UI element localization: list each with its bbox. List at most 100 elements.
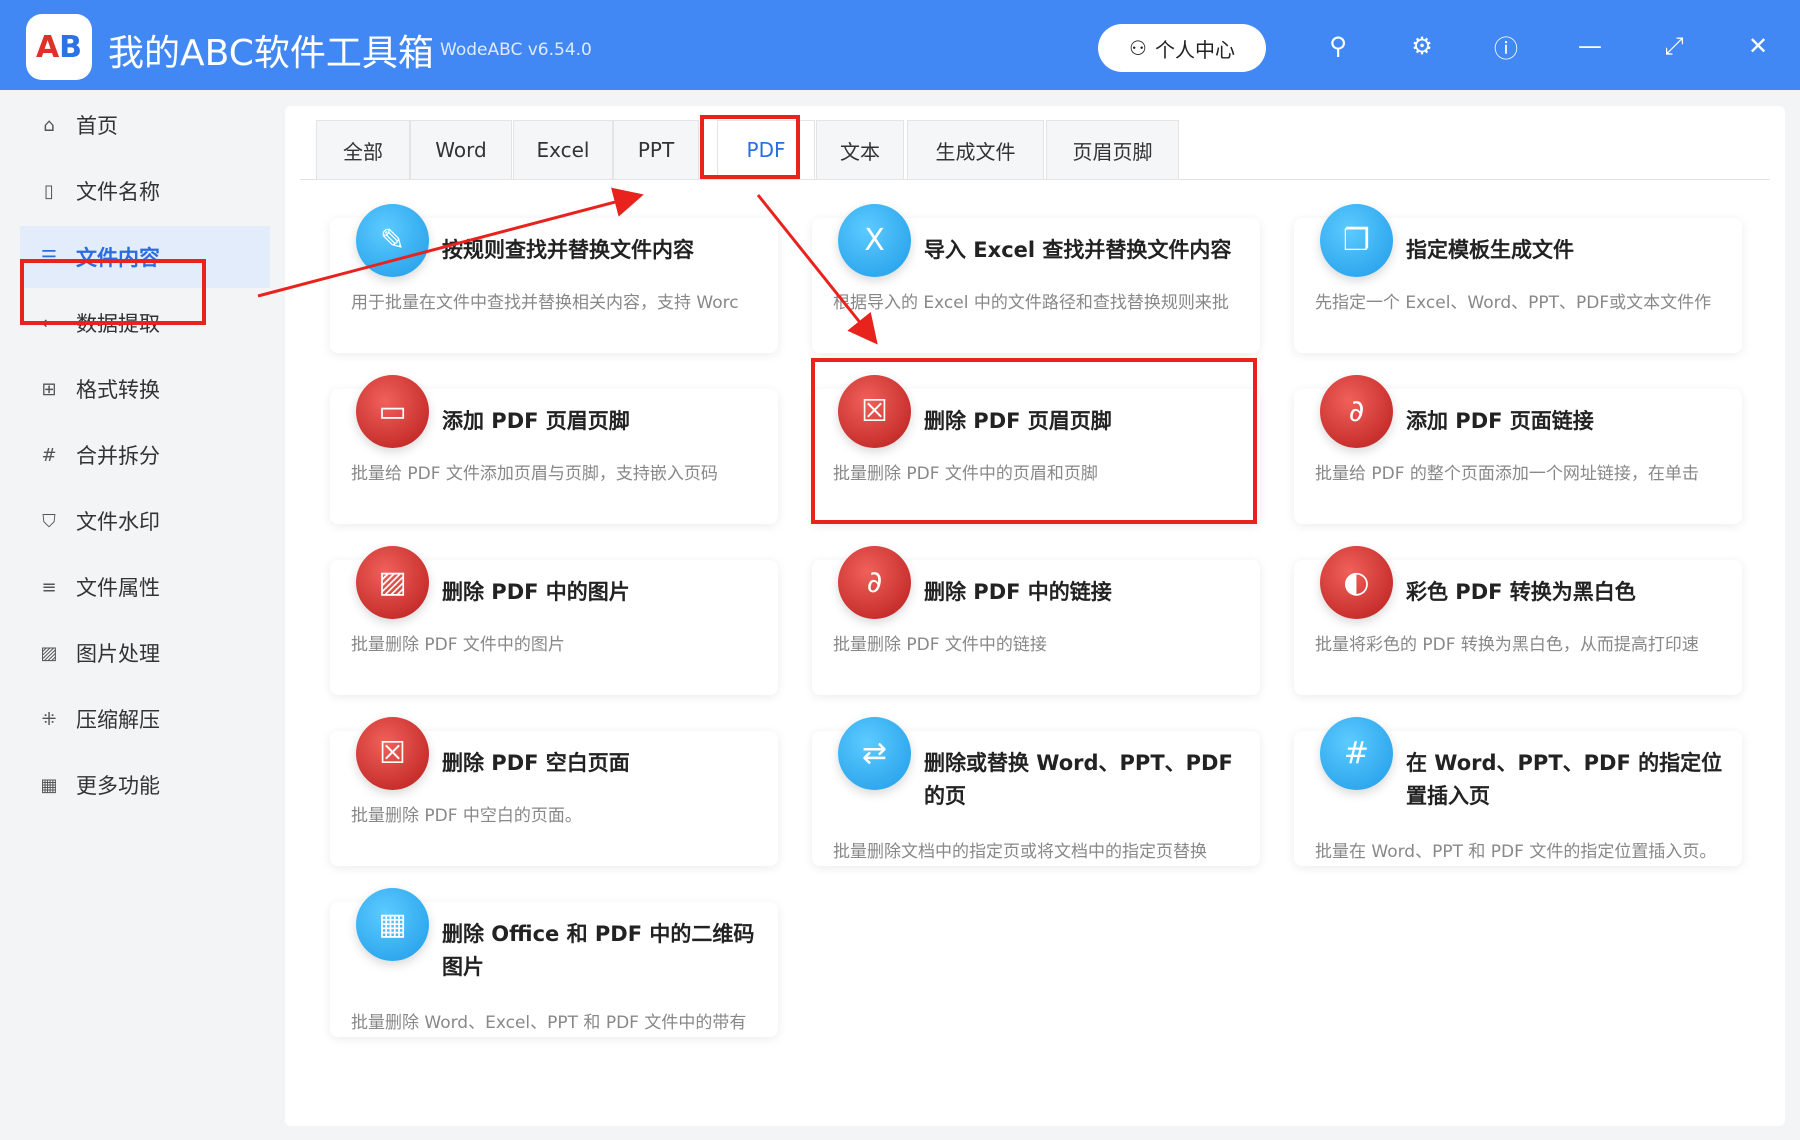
tool-icon: ∂ — [838, 546, 911, 619]
tool-title: 删除 Office 和 PDF 中的二维码图片 — [442, 922, 755, 979]
tool-card[interactable]: ☒ 删除 PDF 页眉页脚 批量删除 PDF 文件中的页眉和页脚 — [812, 375, 1260, 524]
tool-title: 删除或替换 Word、PPT、PDF 的页 — [924, 751, 1233, 808]
tool-description: 批量在 Word、PPT 和 PDF 文件的指定位置插入页。 — [1315, 842, 1717, 862]
tab[interactable]: Excel — [513, 120, 613, 180]
tool-title: 删除 PDF 页眉页脚 — [924, 409, 1112, 433]
sidebar-icon: ▦ — [40, 774, 58, 796]
help-icon[interactable]: ⓘ — [1488, 28, 1524, 64]
tab[interactable]: 页眉页脚 — [1046, 120, 1179, 180]
sidebar-icon: ▨ — [40, 642, 58, 664]
tool-description: 批量删除 Word、Excel、PPT 和 PDF 文件中的带有 — [351, 1013, 747, 1033]
sidebar-item[interactable]: ⛉ 文件水印 — [20, 490, 270, 552]
sidebar-icon: ⌂ — [43, 114, 55, 136]
tool-description: 根据导入的 Excel 中的文件路径和查找替换规则来批 — [833, 293, 1229, 313]
sidebar-icon: ⇠ — [41, 312, 57, 334]
tool-icon: ∂ — [1320, 375, 1393, 448]
sidebar-item-label: 图片处理 — [76, 642, 160, 666]
tool-description: 先指定一个 Excel、Word、PPT、PDF或文本文件作 — [1315, 293, 1712, 313]
sidebar-item[interactable]: ▨ 图片处理 — [20, 622, 270, 684]
minimize-icon[interactable]: — — [1572, 28, 1608, 64]
sidebar-item[interactable]: ▦ 更多功能 — [20, 754, 270, 816]
sidebar: ⌂ 首页 ▯ 文件名称 ☰ 文件内容 ⇠ 数据提取 ⊞ 格式转换 # 合并拆分 ⛉ 文件水印 ≡ 文件属性 ▨ 图… — [0, 90, 270, 1140]
tool-icon: ☒ — [838, 375, 911, 448]
tool-icon: X — [838, 204, 911, 277]
sidebar-item-label: 数据提取 — [76, 312, 160, 336]
tool-title: 删除 PDF 空白页面 — [442, 751, 630, 775]
app-title: 我的ABC软件工具箱 — [108, 33, 434, 74]
sidebar-icon: ⛉ — [42, 510, 56, 532]
sidebar-item[interactable]: ≡ 文件属性 — [20, 556, 270, 618]
tab[interactable]: 全部 — [316, 120, 410, 180]
tool-card[interactable]: ▭ 添加 PDF 页眉页脚 批量给 PDF 文件添加页眉与页脚，支持嵌入页码 — [330, 375, 778, 524]
category-tabs: 全部 Word Excel PPT PDF 文本 生成文件 页眉页脚 — [300, 120, 1770, 180]
tool-description: 批量删除文档中的指定页或将文档中的指定页替换 — [833, 842, 1207, 862]
tool-icon: # — [1320, 717, 1393, 790]
tool-icon: ☒ — [356, 717, 429, 790]
sidebar-item-label: 文件名称 — [76, 180, 160, 204]
sidebar-icon: ⁜ — [41, 708, 57, 730]
user-center-button[interactable]: ⚇ 个人中心 — [1098, 24, 1266, 72]
sidebar-item[interactable]: ☰ 文件内容 — [20, 226, 270, 288]
tool-card[interactable]: ◐ 彩色 PDF 转换为黑白色 批量将彩色的 PDF 转换为黑白色，从而提高打印… — [1294, 546, 1742, 695]
tool-title: 按规则查找并替换文件内容 — [442, 238, 694, 262]
close-icon[interactable]: ✕ — [1740, 28, 1776, 64]
app-logo: AB — [26, 14, 92, 80]
sidebar-item-label: 压缩解压 — [76, 708, 160, 732]
tool-title: 导入 Excel 查找并替换文件内容 — [924, 238, 1232, 262]
tool-card[interactable]: ✎ 按规则查找并替换文件内容 用于批量在文件中查找并替换相关内容，支持 Worc — [330, 204, 778, 353]
gear-icon[interactable]: ⚙ — [1404, 28, 1440, 64]
search-icon[interactable]: ⚲ — [1320, 28, 1356, 64]
tool-description: 批量给 PDF 的整个页面添加一个网址链接，在单击 — [1315, 464, 1699, 484]
user-icon: ⚇ — [1129, 36, 1147, 60]
user-center-label: 个人中心 — [1154, 37, 1235, 62]
title-bar: AB 我的ABC软件工具箱 WodeABC v6.54.0 ⚇ 个人中心 ⚲ ⚙ … — [0, 0, 1800, 90]
tool-description: 批量删除 PDF 文件中的链接 — [833, 635, 1047, 655]
tool-card[interactable]: # 在 Word、PPT、PDF 的指定位置插入页 批量在 Word、PPT 和… — [1294, 717, 1742, 866]
tool-title: 删除 PDF 中的图片 — [442, 580, 630, 604]
sidebar-item-label: 文件水印 — [76, 510, 160, 534]
tool-icon: ❐ — [1320, 204, 1393, 277]
sidebar-item[interactable]: ⊞ 格式转换 — [20, 358, 270, 420]
tool-title: 添加 PDF 页面链接 — [1406, 409, 1594, 433]
sidebar-item-label: 文件属性 — [76, 576, 160, 600]
tool-card[interactable]: ▨ 删除 PDF 中的图片 批量删除 PDF 文件中的图片 — [330, 546, 778, 695]
tool-card[interactable]: ⇄ 删除或替换 Word、PPT、PDF 的页 批量删除文档中的指定页或将文档中… — [812, 717, 1260, 866]
sidebar-item-label: 文件内容 — [76, 246, 160, 270]
tool-card[interactable]: ❐ 指定模板生成文件 先指定一个 Excel、Word、PPT、PDF或文本文件… — [1294, 204, 1742, 353]
sidebar-item-label: 首页 — [76, 114, 118, 138]
sidebar-item[interactable]: ⁜ 压缩解压 — [20, 688, 270, 750]
sidebar-item-label: 格式转换 — [76, 378, 160, 402]
tool-icon: ▭ — [356, 375, 429, 448]
tool-card[interactable]: ▦ 删除 Office 和 PDF 中的二维码图片 批量删除 Word、Exce… — [330, 888, 778, 1037]
sidebar-item[interactable]: ⌂ 首页 — [20, 94, 270, 156]
maximize-icon[interactable]: ⤢ — [1656, 28, 1692, 64]
tool-title: 彩色 PDF 转换为黑白色 — [1406, 580, 1636, 604]
sidebar-icon: # — [41, 444, 57, 466]
tool-icon: ⇄ — [838, 717, 911, 790]
tool-card[interactable]: ∂ 添加 PDF 页面链接 批量给 PDF 的整个页面添加一个网址链接，在单击 — [1294, 375, 1742, 524]
sidebar-item[interactable]: ▯ 文件名称 — [20, 160, 270, 222]
tool-icon: ◐ — [1320, 546, 1393, 619]
tab[interactable]: Word — [410, 120, 512, 180]
tool-card[interactable]: ☒ 删除 PDF 空白页面 批量删除 PDF 中空白的页面。 — [330, 717, 778, 866]
app-version: WodeABC v6.54.0 — [440, 40, 592, 60]
sidebar-item[interactable]: ⇠ 数据提取 — [20, 292, 270, 354]
sidebar-item[interactable]: # 合并拆分 — [20, 424, 270, 486]
tool-title: 添加 PDF 页眉页脚 — [442, 409, 630, 433]
tool-icon: ▦ — [356, 888, 429, 961]
tab[interactable]: 生成文件 — [907, 120, 1044, 180]
sidebar-icon: ☰ — [40, 246, 58, 268]
tool-description: 批量将彩色的 PDF 转换为黑白色，从而提高打印速 — [1315, 635, 1699, 655]
tab[interactable]: 文本 — [816, 120, 904, 180]
tool-description: 批量删除 PDF 文件中的图片 — [351, 635, 565, 655]
sidebar-icon: ⊞ — [41, 378, 57, 400]
tool-title: 在 Word、PPT、PDF 的指定位置插入页 — [1406, 751, 1723, 808]
tool-description: 用于批量在文件中查找并替换相关内容，支持 Worc — [351, 293, 739, 313]
tool-card[interactable]: ∂ 删除 PDF 中的链接 批量删除 PDF 文件中的链接 — [812, 546, 1260, 695]
tool-card[interactable]: X 导入 Excel 查找并替换文件内容 根据导入的 Excel 中的文件路径和… — [812, 204, 1260, 353]
tool-description: 批量给 PDF 文件添加页眉与页脚，支持嵌入页码 — [351, 464, 718, 484]
tool-description: 批量删除 PDF 中空白的页面。 — [351, 806, 582, 826]
tab[interactable]: PDF — [717, 120, 815, 180]
tab[interactable]: PPT — [613, 120, 699, 180]
tool-title: 删除 PDF 中的链接 — [924, 580, 1112, 604]
